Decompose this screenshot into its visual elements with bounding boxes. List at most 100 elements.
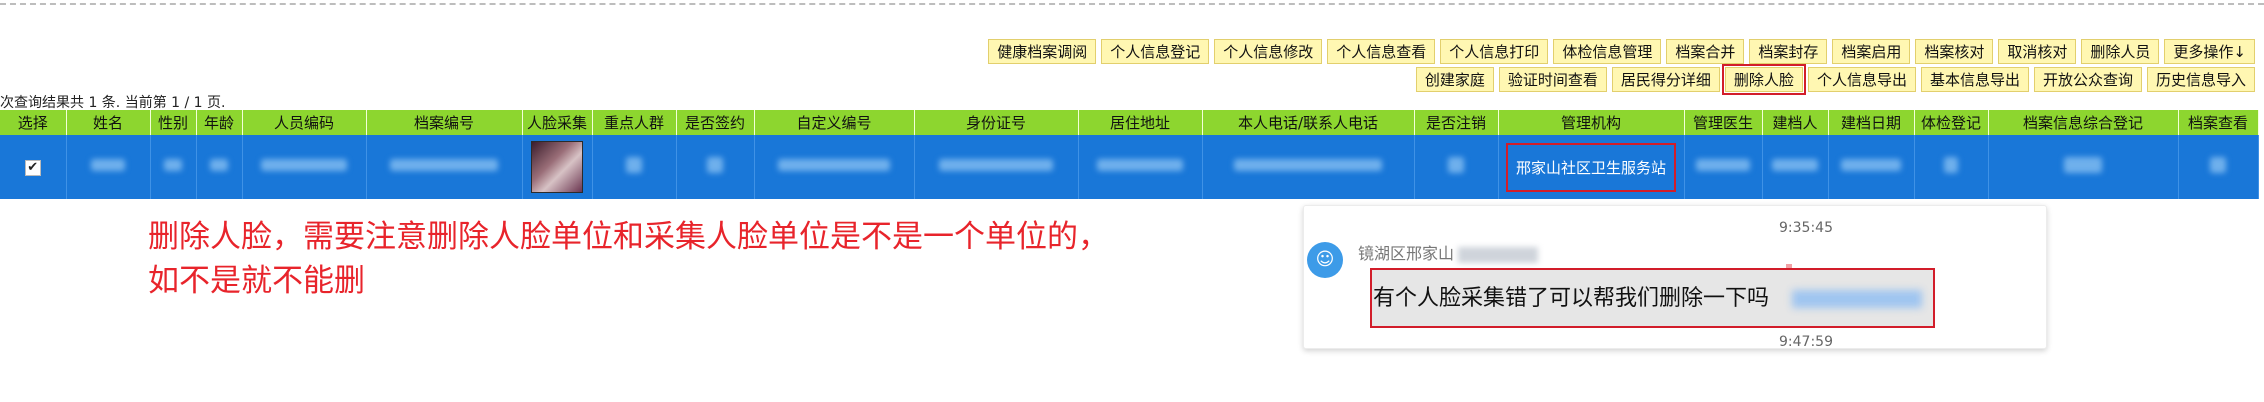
blurred-comprehensive-register — [2064, 157, 2102, 173]
verify-time-view-button[interactable]: 验证时间查看 — [1498, 67, 1607, 92]
creator-cell — [1762, 135, 1829, 199]
history-info-import-button[interactable]: 历史信息导入 — [2146, 67, 2255, 92]
blurred-id-number — [938, 159, 1054, 171]
col-header-address[interactable]: 居住地址 — [1078, 110, 1203, 135]
signed-cell — [676, 135, 755, 199]
key-group-cell — [592, 135, 677, 199]
blurred-name — [91, 159, 125, 171]
col-header-person-code[interactable]: 人员编码 — [242, 110, 367, 135]
user-avatar-icon: ☺ — [1307, 242, 1343, 278]
custom-number-cell — [754, 135, 915, 199]
record-merge-button[interactable]: 档案合并 — [1666, 39, 1745, 64]
comprehensive-register-cell[interactable] — [1988, 135, 2179, 199]
chat-time-top: 9:35:45 — [1779, 220, 1833, 236]
annotation-note: 删除人脸，需要注意删除人脸单位和采集人脸单位是不是一个单位的， 如不是就不能删 — [148, 215, 1109, 303]
blurred-custom-number — [778, 159, 890, 171]
delete-face-button[interactable]: 删除人脸 — [1721, 64, 1806, 95]
more-actions-button[interactable]: 更多操作↓ — [2164, 39, 2255, 64]
record-check-button[interactable]: 档案核对 — [1915, 39, 1994, 64]
row-select-checkbox[interactable]: ✔ — [24, 159, 41, 176]
basic-info-export-button[interactable]: 基本信息导出 — [1920, 67, 2029, 92]
result-summary: 次查询结果共 1 条. 当前第 1 / 1 页. — [0, 95, 226, 111]
row-select-cell[interactable]: ✔ — [0, 135, 67, 199]
phone-cell — [1202, 135, 1415, 199]
cancel-check-button[interactable]: 取消核对 — [1998, 39, 2077, 64]
blurred-record-view — [2210, 157, 2226, 173]
create-family-button[interactable]: 创建家庭 — [1415, 67, 1494, 92]
annotation-line-2: 如不是就不能删 — [148, 263, 365, 299]
col-header-record-view[interactable]: 档案查看 — [2178, 110, 2259, 135]
id-number-cell — [914, 135, 1079, 199]
blurred-person-code — [260, 159, 348, 171]
top-dotted-divider — [0, 3, 2264, 5]
health-record-view-button[interactable]: 健康档案调阅 — [988, 39, 1097, 64]
blurred-record-number — [389, 159, 499, 171]
cancelled-cell — [1414, 135, 1499, 199]
personal-info-edit-button[interactable]: 个人信息修改 — [1214, 39, 1323, 64]
blurred-exam-register — [1943, 157, 1959, 173]
blurred-cancelled — [1447, 157, 1465, 173]
chat-message-text: 有个人脸采集错了可以帮我们删除一下吗 — [1373, 286, 1770, 311]
exam-register-cell[interactable] — [1914, 135, 1989, 199]
col-header-face-collection[interactable]: 人脸采集 — [522, 110, 593, 135]
record-number-cell[interactable] — [366, 135, 523, 199]
blurred-create-date — [1841, 159, 1901, 171]
management-org-cell: 邢家山社区卫生服务站 — [1498, 135, 1685, 199]
delete-person-button[interactable]: 删除人员 — [2081, 39, 2160, 64]
person-code-cell — [242, 135, 367, 199]
table-row[interactable]: ✔ 邢家山社区卫生服务站 — [0, 135, 2259, 199]
col-header-signed[interactable]: 是否签约 — [676, 110, 755, 135]
blurred-phone — [1234, 159, 1382, 171]
personal-info-print-button[interactable]: 个人信息打印 — [1440, 39, 1549, 64]
address-cell — [1078, 135, 1203, 199]
col-header-age[interactable]: 年龄 — [196, 110, 243, 135]
col-header-key-group[interactable]: 重点人群 — [592, 110, 677, 135]
col-header-select[interactable]: 选择 — [0, 110, 67, 135]
record-view-cell[interactable] — [2178, 135, 2259, 199]
col-header-name[interactable]: 姓名 — [66, 110, 151, 135]
col-header-record-number[interactable]: 档案编号 — [366, 110, 523, 135]
resident-score-detail-button[interactable]: 居民得分详细 — [1611, 67, 1720, 92]
col-header-comprehensive-register[interactable]: 档案信息综合登记 — [1988, 110, 2179, 135]
age-cell — [196, 135, 243, 199]
doctor-cell — [1684, 135, 1763, 199]
blurred-creator — [1772, 159, 1818, 171]
record-enable-button[interactable]: 档案启用 — [1832, 39, 1911, 64]
public-query-open-button[interactable]: 开放公众查询 — [2033, 67, 2142, 92]
table-header-row: 选择 姓名 性别 年龄 人员编码 档案编号 人脸采集 重点人群 是否签约 自定义… — [0, 110, 2259, 135]
personal-info-view-button[interactable]: 个人信息查看 — [1327, 39, 1436, 64]
blurred-age — [210, 159, 228, 171]
records-table: 选择 姓名 性别 年龄 人员编码 档案编号 人脸采集 重点人群 是否签约 自定义… — [0, 110, 2259, 199]
toolbar-row-2: 创建家庭 验证时间查看 居民得分详细 删除人脸 个人信息导出 基本信息导出 开放… — [1415, 64, 2255, 95]
personal-info-register-button[interactable]: 个人信息登记 — [1101, 39, 1210, 64]
col-header-exam-register[interactable]: 体检登记 — [1914, 110, 1989, 135]
record-seal-button[interactable]: 档案封存 — [1749, 39, 1828, 64]
physical-exam-manage-button[interactable]: 体检信息管理 — [1553, 39, 1662, 64]
col-header-creator[interactable]: 建档人 — [1762, 110, 1829, 135]
blurred-gender — [164, 159, 182, 171]
col-header-id-number[interactable]: 身份证号 — [914, 110, 1079, 135]
face-photo-thumbnail[interactable] — [531, 141, 583, 193]
personal-info-export-button[interactable]: 个人信息导出 — [1807, 67, 1916, 92]
blurred-address — [1096, 159, 1184, 171]
name-cell — [66, 135, 151, 199]
face-cell[interactable] — [522, 135, 593, 199]
gender-cell — [150, 135, 197, 199]
chat-time-bottom: 9:47:59 — [1779, 334, 1833, 350]
col-header-custom-number[interactable]: 自定义编号 — [754, 110, 915, 135]
col-header-cancelled[interactable]: 是否注销 — [1414, 110, 1499, 135]
chat-screenshot-panel: 9:35:45 ☺ 镜湖区邢家山 有个人脸采集错了可以帮我们删除一下吗 9:47… — [1303, 205, 2047, 350]
col-header-doctor[interactable]: 管理医生 — [1684, 110, 1763, 135]
annotation-line-1: 删除人脸，需要注意删除人脸单位和采集人脸单位是不是一个单位的， — [148, 219, 1109, 255]
chat-sender-name: 镜湖区邢家山 — [1358, 244, 1455, 263]
blurred-doctor — [1696, 159, 1750, 171]
col-header-create-date[interactable]: 建档日期 — [1828, 110, 1915, 135]
col-header-phone[interactable]: 本人电话/联系人电话 — [1202, 110, 1415, 135]
chat-message-bubble: 有个人脸采集错了可以帮我们删除一下吗 — [1370, 268, 1935, 328]
blurred-message-attachment — [1792, 290, 1922, 308]
col-header-management-org[interactable]: 管理机构 — [1498, 110, 1685, 135]
col-header-gender[interactable]: 性别 — [150, 110, 197, 135]
management-org-value: 邢家山社区卫生服务站 — [1505, 142, 1676, 192]
chat-sender: 镜湖区邢家山 — [1358, 240, 1539, 264]
toolbar-row-1: 健康档案调阅 个人信息登记 个人信息修改 个人信息查看 个人信息打印 体检信息管… — [988, 39, 2255, 64]
